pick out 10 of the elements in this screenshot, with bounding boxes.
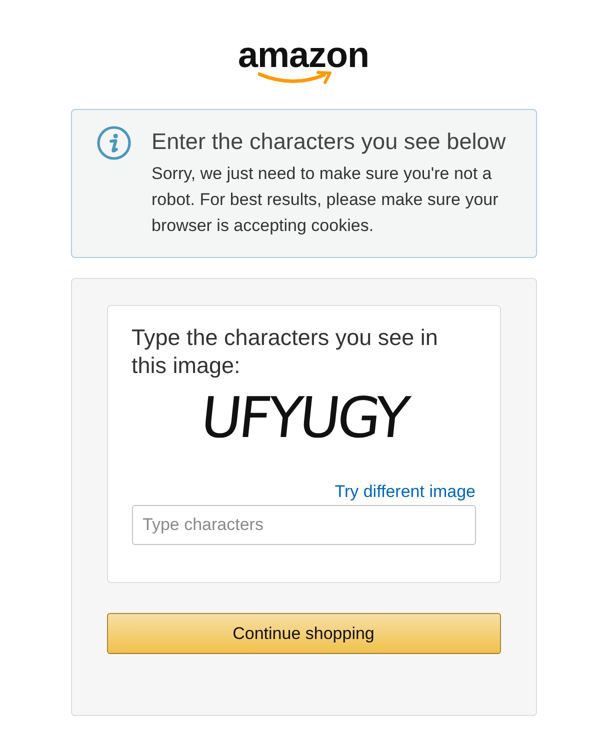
logo-text: amazon <box>238 37 370 73</box>
continue-button[interactable]: Continue shopping <box>106 613 500 654</box>
info-icon <box>96 126 130 160</box>
smile-arrow-icon <box>258 71 332 85</box>
alert-heading: Enter the characters you see below <box>152 129 507 155</box>
characters-input[interactable]: Type characters <box>132 505 476 545</box>
captcha-text: UFYUGY <box>198 391 410 447</box>
refresh-captcha-link[interactable]: Try different image <box>334 482 476 502</box>
alert-message: Sorry, we just need to make sure you're not a robot. For best results, please make sure your browser is accepting cookies. <box>152 163 500 237</box>
captcha-prompt: Type the characters you see in this image: <box>132 324 439 380</box>
